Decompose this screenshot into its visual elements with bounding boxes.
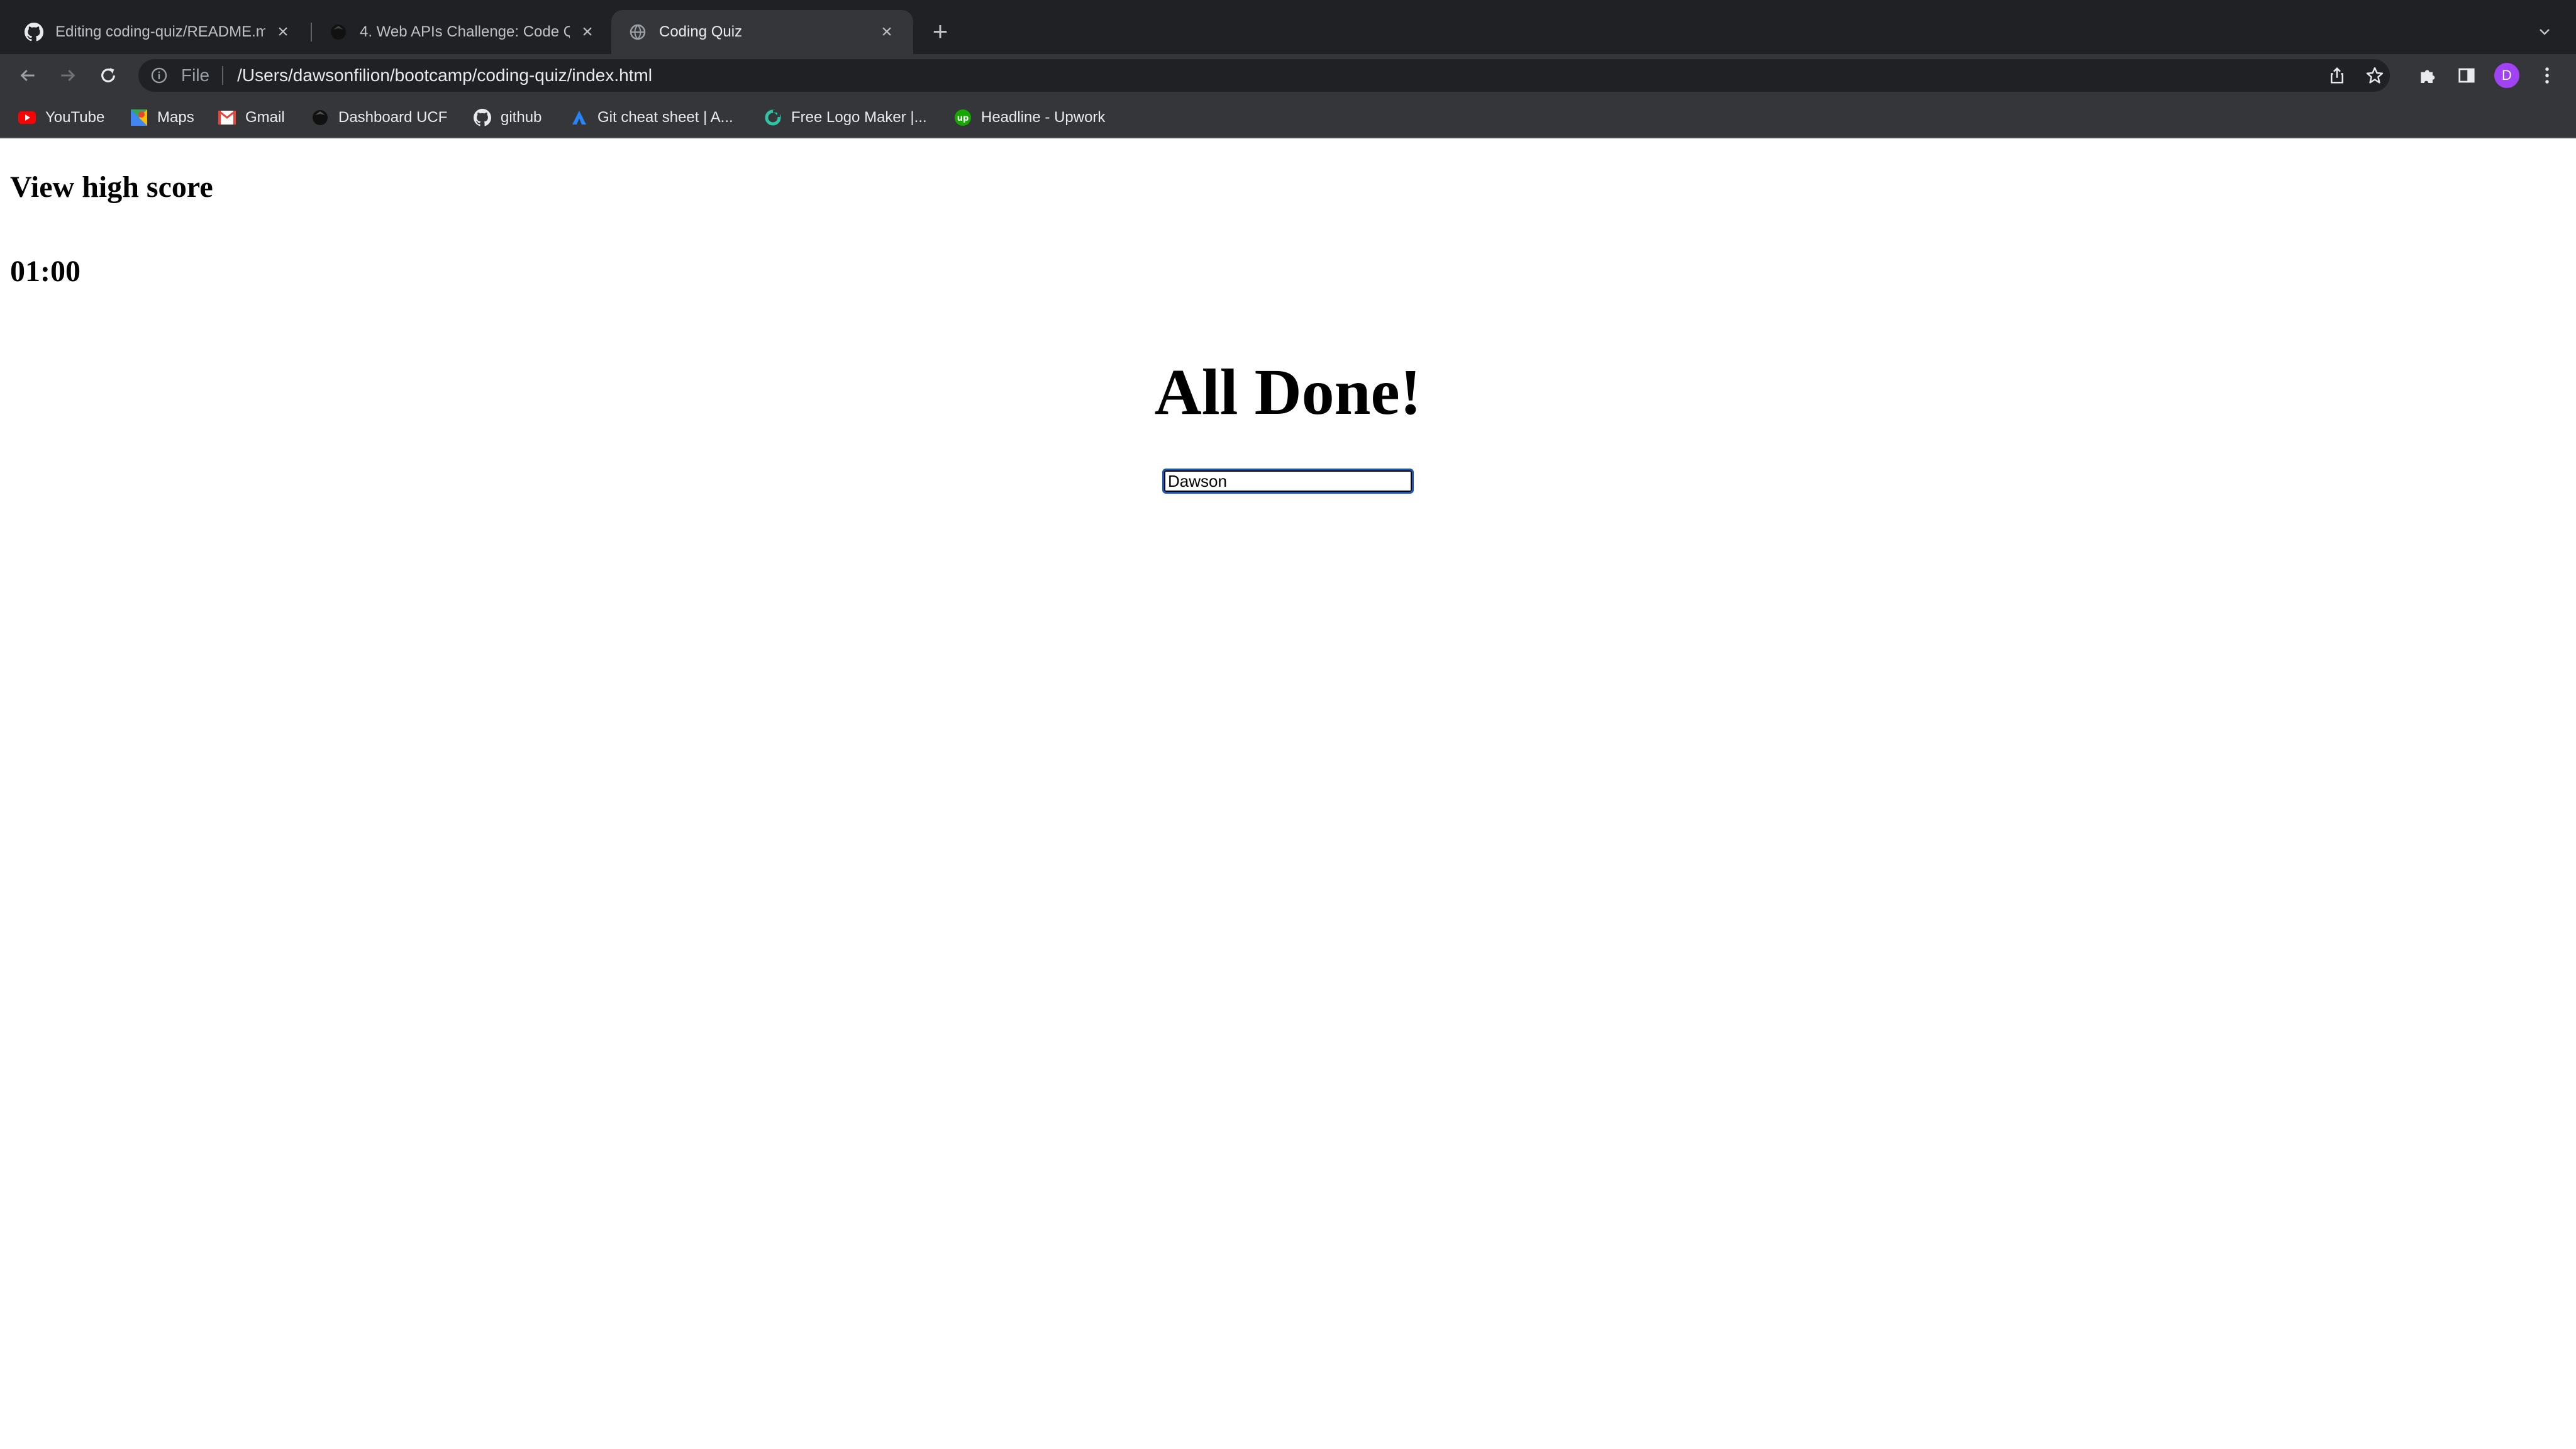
- logo-maker-icon: [763, 108, 782, 127]
- atlassian-icon: [570, 108, 589, 127]
- close-icon[interactable]: ×: [273, 21, 293, 42]
- bookmark-free-logo-maker[interactable]: Free Logo Maker |...: [763, 107, 927, 128]
- page-title: All Done!: [1154, 356, 1422, 428]
- url-text: /Users/dawsonfilion/bootcamp/coding-quiz…: [237, 65, 653, 85]
- bootcamp-icon: [311, 108, 330, 127]
- svg-text:up: up: [957, 114, 969, 123]
- profile-avatar[interactable]: D: [2494, 63, 2519, 88]
- browser-tab-strip: Editing coding-quiz/README.m × 4. Web AP…: [0, 0, 2576, 54]
- gmail-icon: [218, 108, 236, 127]
- bookmark-youtube[interactable]: YouTube: [18, 107, 104, 128]
- tab-title: 4. Web APIs Challenge: Code Q: [360, 23, 570, 40]
- new-tab-plus-icon[interactable]: +: [927, 18, 953, 45]
- bookmark-label: Maps: [157, 109, 194, 126]
- more-menu-icon[interactable]: [2534, 63, 2560, 88]
- tab-web-apis-challenge[interactable]: 4. Web APIs Challenge: Code Q ×: [312, 10, 614, 54]
- bookmark-github[interactable]: github: [473, 107, 541, 128]
- forward-arrow-icon[interactable]: [55, 63, 80, 88]
- bookmarks-bar: YouTube Maps Gmail Dashboard UCF github …: [0, 97, 2576, 138]
- bookmark-maps[interactable]: Maps: [130, 107, 194, 128]
- bookmark-gmail[interactable]: Gmail: [218, 107, 285, 128]
- maps-icon: [130, 108, 148, 127]
- bookmark-label: github: [501, 109, 542, 126]
- close-icon[interactable]: ×: [577, 21, 597, 42]
- view-high-score-link[interactable]: View high score: [10, 170, 213, 204]
- browser-toolbar: File /Users/dawsonfilion/bootcamp/coding…: [0, 54, 2576, 97]
- bookmark-star-icon[interactable]: [2363, 64, 2386, 87]
- initials-input[interactable]: [1162, 469, 1414, 494]
- bootcamp-icon: [328, 22, 348, 42]
- countdown-timer: 01:00: [10, 255, 80, 288]
- youtube-icon: [18, 108, 36, 127]
- bookmark-label: YouTube: [45, 109, 105, 126]
- reload-icon[interactable]: [96, 63, 121, 88]
- extensions-puzzle-icon[interactable]: [2415, 63, 2440, 88]
- url-scheme: File: [181, 65, 210, 85]
- bookmark-label: Headline - Upwork: [981, 109, 1106, 126]
- bookmark-label: Free Logo Maker |...: [791, 109, 927, 126]
- back-arrow-icon[interactable]: [15, 63, 40, 88]
- bookmark-git-cheat-sheet[interactable]: Git cheat sheet | A...: [570, 107, 733, 128]
- bookmark-label: Git cheat sheet | A...: [597, 109, 733, 126]
- share-icon[interactable]: [2326, 64, 2348, 87]
- bookmark-upwork[interactable]: up Headline - Upwork: [953, 107, 1105, 128]
- close-icon[interactable]: ×: [877, 21, 897, 42]
- globe-icon: [628, 22, 648, 42]
- address-bar[interactable]: File /Users/dawsonfilion/bootcamp/coding…: [138, 59, 2390, 92]
- tab-coding-quiz[interactable]: Coding Quiz ×: [611, 10, 913, 54]
- omnibox-divider: [222, 66, 224, 85]
- side-panel-icon[interactable]: [2454, 63, 2479, 88]
- bookmark-dashboard-ucf[interactable]: Dashboard UCF: [311, 107, 447, 128]
- tab-readme[interactable]: Editing coding-quiz/README.m ×: [8, 10, 309, 54]
- info-icon[interactable]: [150, 66, 169, 85]
- bookmark-label: Gmail: [245, 109, 285, 126]
- upwork-icon: up: [953, 108, 972, 127]
- github-icon: [473, 108, 492, 127]
- tab-title: Editing coding-quiz/README.m: [55, 23, 265, 40]
- github-icon: [24, 22, 44, 42]
- tab-title: Coding Quiz: [659, 23, 743, 40]
- chevron-down-icon[interactable]: [2532, 19, 2557, 44]
- bookmark-label: Dashboard UCF: [338, 109, 448, 126]
